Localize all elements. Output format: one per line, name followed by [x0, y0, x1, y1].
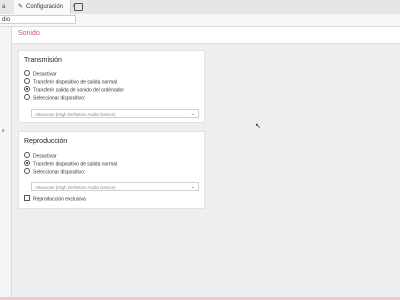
playback-device-select[interactable]: Altavoces (High Definition Audio Device)… [31, 182, 199, 191]
radio-playback-select-device[interactable]: Seleccionar dispositivo: [24, 168, 85, 176]
chevron-down-icon: ⌄ [190, 111, 195, 117]
playback-card: Reproducción Desactivar Transferir dispo… [18, 131, 205, 209]
chevron-down-icon: ⌄ [190, 184, 195, 190]
sidebar-mark: s [2, 128, 5, 134]
playback-title: Reproducción [24, 138, 68, 145]
radio-selected-icon [24, 86, 30, 92]
radio-transmission-normal-output[interactable]: Transferir dispositivo de salida normal [24, 78, 117, 86]
radio-selected-icon [24, 160, 30, 166]
transmission-title: Transmisión [24, 57, 62, 64]
transmission-device-select[interactable]: Altavoces (High Definition Audio Device)… [31, 109, 199, 118]
radio-icon [24, 70, 30, 76]
new-tab-icon[interactable] [74, 3, 83, 11]
toolbar: dio [0, 14, 400, 27]
radio-playback-normal-output[interactable]: Transferir dispositivo de salida normal [24, 160, 117, 168]
radio-icon [24, 168, 30, 174]
radio-icon [24, 152, 30, 158]
checkbox-icon [24, 195, 30, 201]
radio-transmission-select-device[interactable]: Seleccionar dispositivo: [24, 94, 85, 102]
checkbox-exclusive-playback[interactable]: Reproducción exclusiva [24, 195, 86, 203]
transmission-card: Transmisión Desactivar Transferir dispos… [18, 50, 205, 123]
radio-transmission-computer-sound[interactable]: Transferir salida de sonido del ordenado… [24, 86, 124, 94]
page-header: Sonido [12, 27, 400, 44]
wrench-icon: ✎ [18, 4, 24, 10]
tab-label: Configuración [26, 4, 64, 10]
page-title: Sonido [18, 30, 40, 37]
tab-strip: a ✎ Configuración × [0, 0, 400, 15]
radio-playback-disable[interactable]: Desactivar [24, 152, 57, 160]
radio-icon [24, 78, 30, 84]
radio-transmission-disable[interactable]: Desactivar [24, 70, 57, 78]
left-sidebar: s [0, 27, 12, 300]
radio-icon [24, 94, 30, 100]
mouse-cursor-icon: ↖ [255, 123, 261, 130]
address-input[interactable]: dio [0, 15, 76, 24]
tab-configuracion[interactable]: ✎ Configuración [14, 0, 71, 14]
